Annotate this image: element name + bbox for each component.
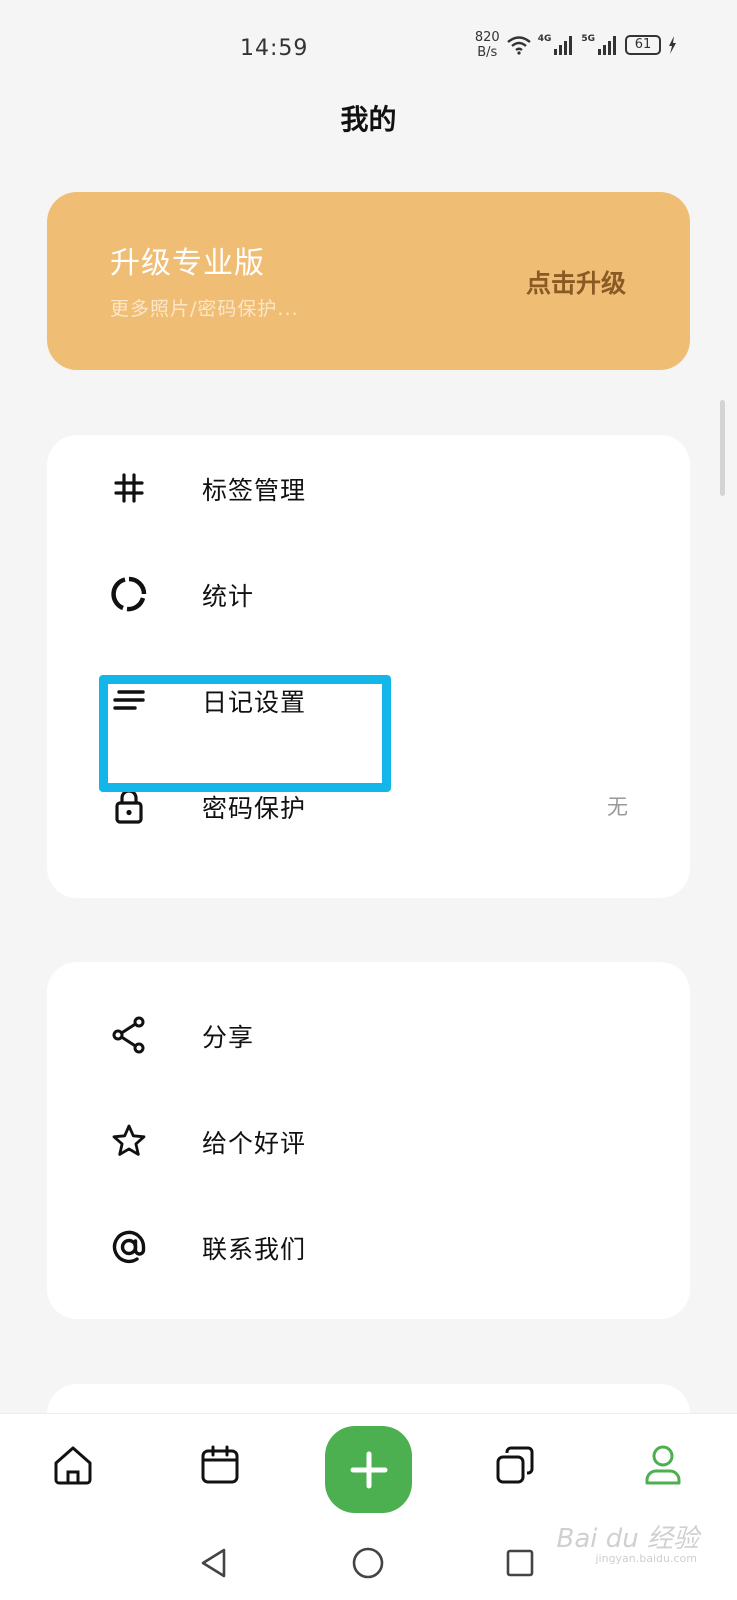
menu-item-label: 统计 [202,582,255,611]
status-time: 14:59 [240,36,309,61]
upgrade-title: 升级专业版 [110,246,265,281]
menu-item-share[interactable]: 分享 [47,982,690,1088]
menu-card-social: 分享 给个好评 联系我们 [47,962,690,1319]
star-icon [109,1121,149,1161]
wifi-icon [506,36,531,55]
upgrade-card[interactable]: 升级专业版 更多照片/密码保护... 点击升级 [47,192,690,370]
share-icon [109,1015,149,1055]
menu-item-statistics[interactable]: 统计 [47,541,690,647]
scrollbar[interactable] [720,400,725,496]
signal1-label: 4G [537,34,552,44]
menu-item-label: 联系我们 [202,1235,307,1264]
menu-item-rate[interactable]: 给个好评 [47,1088,690,1194]
password-status-value: 无 [607,795,628,819]
battery-indicator: 61 [625,35,661,55]
at-icon [109,1227,149,1267]
highlight-box [99,675,391,792]
recents-square-icon [506,1549,534,1577]
cards-icon [496,1446,534,1484]
menu-item-label: 标签管理 [202,476,307,505]
menu-item-label: 给个好评 [202,1129,307,1158]
signal2-label: 5G [581,34,595,44]
menu-item-label: 分享 [202,1023,255,1052]
calendar-icon [201,1445,239,1484]
watermark-url: jingyan.baidu.com [595,1552,697,1565]
back-button[interactable] [194,1543,234,1583]
menu-item-label: 密码保护 [202,794,307,823]
menu-card-settings: 标签管理 统计 日记设置 密码保护 无 [47,435,690,898]
plus-icon [350,1451,387,1488]
page-title: 我的 [340,103,397,136]
back-triangle-icon [201,1548,226,1578]
net-speed: 820 B/s [474,30,500,60]
upgrade-subtitle: 更多照片/密码保护... [110,298,299,320]
status-bar: 14:59 820 B/s 4G 5G 61 [0,0,737,90]
nav-calendar-button[interactable] [195,1440,245,1490]
nav-home-button[interactable] [48,1440,98,1490]
menu-item-tag-management[interactable]: 标签管理 [47,435,690,541]
charging-icon [669,36,676,54]
watermark: Bai du 经验 [556,1524,699,1554]
recents-button[interactable] [500,1543,540,1583]
bottom-nav [0,1413,737,1525]
hashtag-icon [109,468,149,508]
home-icon [54,1446,92,1485]
status-icons: 820 B/s 4G 5G 61 [475,30,677,60]
menu-item-contact[interactable]: 联系我们 [47,1194,690,1300]
upgrade-button[interactable]: 点击升级 [526,264,626,300]
home-system-button[interactable] [348,1543,388,1583]
home-circle-icon [352,1547,384,1579]
add-entry-button[interactable] [325,1426,412,1513]
nav-cards-button[interactable] [490,1440,540,1490]
nav-profile-button[interactable] [638,1440,688,1490]
profile-icon [645,1445,681,1485]
cell-signal-icon [554,36,573,55]
lock-icon [109,786,149,826]
cell-signal-icon [598,36,616,55]
stats-ring-icon [109,574,149,614]
